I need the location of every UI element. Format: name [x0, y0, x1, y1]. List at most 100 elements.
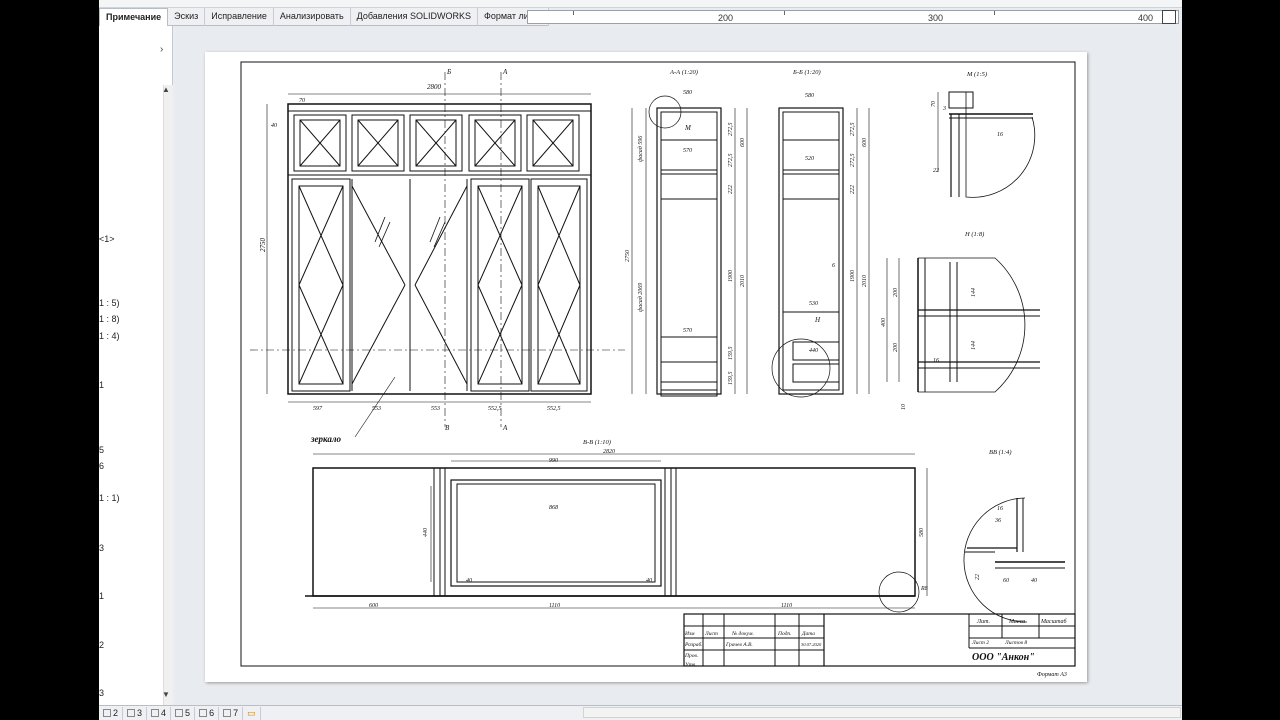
section-vv-depth: 440 [422, 528, 429, 537]
detail-m-dim-1: 70 [931, 101, 937, 107]
detail-h-title: Н (1:8) [964, 231, 984, 238]
section-bb-shelf: 520 [805, 156, 814, 162]
section-aa-height: 2750 [625, 250, 631, 262]
sheet-icon [127, 709, 136, 717]
section-aa-dim-6: 2010 [740, 275, 746, 287]
section-aa-side-top: фасад 596 [637, 136, 644, 162]
tb-mass: Масса [1008, 619, 1025, 625]
cut-mark-b: Б [446, 68, 451, 76]
detail-vv-title: ВВ (1:4) [989, 449, 1012, 456]
tree-item[interactable]: 3 [99, 688, 104, 698]
tb-lit: Лит. [976, 619, 990, 625]
detail-vv-dim-2: 36 [994, 518, 1001, 524]
section-aa-callout: М [684, 124, 692, 132]
sheet-tab[interactable]: 6 [195, 706, 220, 720]
detail-h-dim-6: 16 [933, 358, 939, 364]
detail-h-dim-3: 200 [893, 343, 899, 352]
tree-item[interactable]: 1 : 8) [99, 314, 120, 324]
tree-item[interactable]: 6 [99, 461, 104, 471]
bottom-dim-3: 553 [431, 406, 440, 412]
section-bb-dim-6: 2010 [862, 275, 868, 287]
detail-m-dim-2: 3 [942, 106, 946, 112]
horizontal-scrollbar[interactable] [583, 707, 1181, 718]
ruler-mark: 300 [928, 13, 944, 23]
tab-markup[interactable]: Исправление [205, 8, 274, 26]
section-aa-dim-2: 272,5 [728, 154, 734, 168]
detail-h [886, 257, 1040, 393]
detail-vv-dim-3: 22 [975, 574, 981, 580]
tb-scale: Масштаб [1040, 618, 1068, 625]
tree-item[interactable]: 1 : 1) [99, 493, 120, 503]
panel-scrollbar[interactable] [163, 85, 173, 720]
drawing-sheet[interactable]: 2800 70 40 2750 597 553 553 552,5 552,5 … [205, 52, 1087, 682]
sheet-tab[interactable]: 2 [99, 706, 124, 720]
tree-item[interactable]: 1 [99, 591, 104, 601]
tab-solidworks-addins[interactable]: Добавления SOLIDWORKS [351, 8, 479, 26]
sheet-tab[interactable]: 3 [123, 706, 148, 720]
section-aa-dim-8: 159,5 [728, 372, 734, 386]
front-width-label: 2800 [427, 83, 442, 91]
tree-item[interactable]: 1 [99, 380, 104, 390]
section-vv-dim-1: 600 [369, 603, 378, 609]
ruler-mark: 400 [1138, 13, 1154, 23]
section-bb-dim-2: 272,5 [850, 154, 856, 168]
tree-item[interactable]: 3 [99, 543, 104, 553]
command-manager-tabs: Примечание Эскиз Исправление Анализирова… [99, 8, 550, 26]
section-v-v [305, 453, 928, 613]
tree-item[interactable]: 1 : 5) [99, 298, 120, 308]
section-aa-shelf: 570 [683, 148, 692, 154]
mirror-label: зеркало [310, 434, 341, 444]
detail-h-dim-5: 144 [970, 341, 977, 350]
tb-role-checker: Пров. [684, 653, 698, 659]
tb-header-date: Дата [801, 631, 815, 637]
detail-vv-dim-1: 16 [997, 506, 1003, 512]
bottom-dim-2: 553 [372, 406, 381, 412]
detail-h-dim-2: 400 [880, 318, 887, 327]
section-bb-panel: 6 [832, 263, 835, 269]
section-bb-dim-4: 222 [850, 185, 856, 194]
section-aa-width: 580 [683, 90, 692, 96]
bottom-dim-4: 552,5 [488, 406, 502, 412]
scroll-up-icon[interactable]: ▲ [162, 85, 170, 94]
sheet-tab[interactable]: 7 [219, 706, 244, 720]
tab-evaluate[interactable]: Анализировать [274, 8, 351, 26]
section-vv-dim-3: 1110 [781, 603, 792, 609]
sheet-tab[interactable]: 5 [171, 706, 196, 720]
tb-role-developer: Разраб. [684, 641, 703, 648]
detail-m-dim-4: 22 [933, 168, 939, 174]
tree-item[interactable]: 5 [99, 445, 104, 455]
section-aa-inner: 570 [683, 328, 692, 334]
section-bb-inner2: 440 [809, 347, 818, 354]
detail-vv-dim-4: 60 [1003, 578, 1009, 584]
sheet-icon [103, 709, 111, 717]
tree-item[interactable]: 1 : 4) [99, 331, 120, 341]
tree-item[interactable]: 2 [99, 640, 104, 650]
add-sheet-icon[interactable]: ▭ [243, 706, 261, 720]
detail-h-dim-4: 144 [970, 288, 977, 297]
tab-annotation[interactable]: Примечание [99, 8, 169, 26]
detail-m-dim-3: 16 [997, 132, 1003, 138]
ruler: 200 300 400 [527, 10, 1179, 24]
tab-sketch[interactable]: Эскиз [168, 8, 206, 26]
section-vv-dim-2: 1110 [549, 603, 560, 609]
sheet-icon [151, 709, 160, 717]
feature-manager-panel: › ▲ ▼ <1> 1 : 5) 1 : 8) 1 : 4) 1 5 6 1 :… [99, 26, 173, 720]
front-height-label: 2750 [259, 238, 267, 253]
expand-arrow-icon[interactable]: › [160, 44, 163, 55]
section-vv-inner: 990 [549, 458, 558, 464]
top-offset-label: 40 [271, 122, 277, 129]
tb-role-approver: Утв. [685, 662, 696, 668]
section-aa-side-bottom: фасад 2069 [637, 283, 644, 312]
tree-item[interactable]: <1> [99, 234, 115, 244]
ribbon-strip [99, 0, 1182, 8]
solidworks-window: Примечание Эскиз Исправление Анализирова… [99, 0, 1182, 720]
tb-header-list: Лист [704, 631, 718, 637]
sheet-icon [223, 709, 232, 717]
section-bb-title: Б-Б (1:20) [792, 69, 821, 76]
cut-mark-a: А [502, 68, 508, 76]
detail-m-title: М (1:5) [966, 71, 987, 78]
scroll-down-icon[interactable]: ▼ [162, 690, 170, 699]
sheet-tab[interactable]: 4 [147, 706, 172, 720]
section-b-b [771, 107, 870, 398]
ruler-mark: 200 [718, 13, 734, 23]
